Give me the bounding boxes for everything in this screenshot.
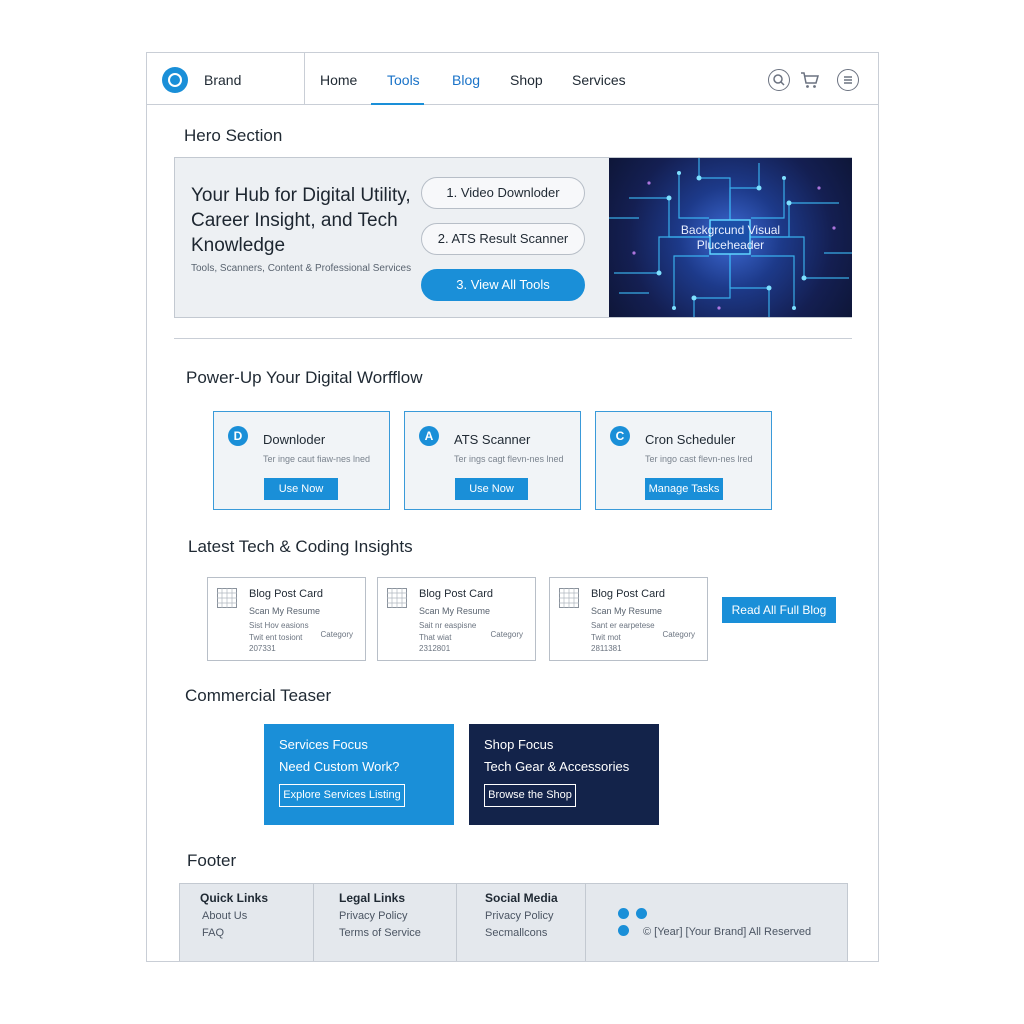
grid-icon xyxy=(387,588,407,608)
downloader-badge-icon: D xyxy=(228,426,248,446)
cron-badge-icon: C xyxy=(610,426,630,446)
shop-teaser-subtitle: Tech Gear & Accessories xyxy=(484,759,630,774)
section-divider xyxy=(174,338,852,339)
footer-section-title: Footer xyxy=(187,851,237,870)
services-teaser-subtitle: Need Custom Work? xyxy=(279,759,400,774)
shop-teaser: Shop Focus Tech Gear & Accessories Brows… xyxy=(469,724,659,825)
card-description: Ter ingo cast flevn-nes lred xyxy=(645,454,753,464)
footer-link-social-icons[interactable]: Secmallcons xyxy=(485,927,547,939)
brand-logo-icon xyxy=(162,67,188,93)
cart-icon[interactable] xyxy=(799,69,821,91)
explore-services-button[interactable]: Explore Services Listing xyxy=(279,784,405,807)
blog-card-excerpt: That wiat xyxy=(419,633,452,642)
quick-links-column: Quick Links About Us FAQ xyxy=(180,884,314,961)
card-description: Ter inge caut fiaw-nes lned xyxy=(263,454,371,464)
nav-shop[interactable]: Shop xyxy=(510,72,543,88)
blog-card-excerpt: Sist Hov easions xyxy=(249,621,309,630)
blog-card-excerpt: Sant er earpetese xyxy=(591,621,655,630)
footer-link-privacy-social[interactable]: Privacy Policy xyxy=(485,910,553,922)
brand-name: Brand xyxy=(204,72,242,88)
ats-scanner-button[interactable]: 2. ATS Result Scanner xyxy=(421,223,585,255)
blog-card-category: Category xyxy=(320,630,353,639)
search-icon[interactable] xyxy=(768,69,790,91)
nav-tools[interactable]: Tools xyxy=(387,72,420,88)
card-title: ATS Scanner xyxy=(454,432,531,447)
teaser-section-title: Commercial Teaser xyxy=(185,686,332,705)
social-icon[interactable] xyxy=(618,925,629,936)
view-all-tools-button[interactable]: 3. View All Tools xyxy=(421,269,585,301)
blog-section-title: Latest Tech & Coding Insights xyxy=(188,537,413,556)
copyright-text: © [Year] [Your Brand] All Reserved xyxy=(643,926,812,938)
blog-card-title: Blog Post Card xyxy=(419,588,493,600)
active-nav-indicator xyxy=(371,103,424,105)
blog-card-excerpt: Sait nr easpisne xyxy=(419,621,477,630)
footer-column-title: Legal Links xyxy=(339,891,406,905)
blog-card-subtitle: Scan My Resume xyxy=(249,606,321,616)
footer-column-title: Quick Links xyxy=(200,891,269,905)
blog-card-title: Blog Post Card xyxy=(249,588,323,600)
card-title: Downloder xyxy=(263,432,326,447)
hero-visual-label: Backgrcund Visual Pluceheader xyxy=(680,223,781,252)
social-icon[interactable] xyxy=(618,908,629,919)
social-icon[interactable] xyxy=(636,908,647,919)
blog-card-category: Category xyxy=(662,630,695,639)
downloader-card: D Downloder Ter inge caut fiaw-nes lned … xyxy=(213,411,390,510)
blog-card-excerpt: Twit mot xyxy=(591,633,621,642)
nav-home[interactable]: Home xyxy=(320,72,357,88)
blog-card-date: 2312801 xyxy=(419,644,451,653)
nav-blog[interactable]: Blog xyxy=(452,72,480,88)
hero-background-visual: Backgrcund Visual Pluceheader xyxy=(609,158,852,317)
hero-section: Your Hub for Digital Utility, Career Ins… xyxy=(174,157,852,318)
hero-subheading: Tools, Scanners, Content & Professional … xyxy=(191,263,412,274)
nav-services[interactable]: Services xyxy=(572,72,626,88)
downloader-use-now-button[interactable]: Use Now xyxy=(264,478,338,500)
footer-link-about[interactable]: About Us xyxy=(202,910,247,922)
blog-card-title: Blog Post Card xyxy=(591,588,665,600)
footer-link-faq[interactable]: FAQ xyxy=(202,927,224,939)
card-description: Ter ings cagt flevn-nes lned xyxy=(454,454,564,464)
brand[interactable]: Brand xyxy=(147,53,305,105)
page-frame: Brand Home Tools Blog Shop Services Hero… xyxy=(146,52,879,962)
footer-link-terms[interactable]: Terms of Service xyxy=(339,927,421,939)
video-downloader-button[interactable]: 1. Video Downloder xyxy=(421,177,585,209)
hero-section-title: Hero Section xyxy=(184,126,283,145)
footer: Quick Links About Us FAQ Legal Links Pri… xyxy=(179,883,848,961)
hero-heading: Your Hub for Digital Utility, Career Ins… xyxy=(191,185,411,256)
blog-card-date: 207331 xyxy=(249,644,276,653)
cron-scheduler-card: C Cron Scheduler Ter ingo cast flevn-nes… xyxy=(595,411,772,510)
legal-links-column: Legal Links Privacy Policy Terms of Serv… xyxy=(314,884,457,961)
services-teaser: Services Focus Need Custom Work? Explore… xyxy=(264,724,454,825)
menu-icon[interactable] xyxy=(837,69,859,91)
ats-scanner-card: A ATS Scanner Ter ings cagt flevn-nes ln… xyxy=(404,411,581,510)
footer-column-title: Social Media xyxy=(485,891,558,905)
blog-post-card[interactable]: Blog Post Card Scan My Resume Sait nr ea… xyxy=(377,577,536,661)
shop-teaser-title: Shop Focus xyxy=(484,737,554,752)
grid-icon xyxy=(559,588,579,608)
blog-post-card[interactable]: Blog Post Card Scan My Resume Sist Hov e… xyxy=(207,577,366,661)
ats-use-now-button[interactable]: Use Now xyxy=(455,478,528,500)
services-teaser-title: Services Focus xyxy=(279,737,368,752)
blog-card-subtitle: Scan My Resume xyxy=(419,606,491,616)
read-all-blog-button[interactable]: Read All Full Blog xyxy=(722,597,836,623)
workflow-section-title: Power-Up Your Digital Worfflow xyxy=(186,368,423,387)
card-title: Cron Scheduler xyxy=(645,432,736,447)
blog-card-date: 2811381 xyxy=(591,644,622,653)
social-media-column: Social Media Privacy Policy Secmallcons xyxy=(457,884,586,961)
blog-post-card[interactable]: Blog Post Card Scan My Resume Sant er ea… xyxy=(549,577,708,661)
blog-card-subtitle: Scan My Resume xyxy=(591,606,663,616)
manage-tasks-button[interactable]: Manage Tasks xyxy=(645,478,723,500)
top-navbar: Brand Home Tools Blog Shop Services xyxy=(147,53,878,105)
grid-icon xyxy=(217,588,237,608)
browse-shop-button[interactable]: Browse the Shop xyxy=(484,784,576,807)
blog-card-category: Category xyxy=(490,630,523,639)
blog-card-excerpt: Twit ent tosiont xyxy=(249,633,303,642)
ats-badge-icon: A xyxy=(419,426,439,446)
footer-link-privacy[interactable]: Privacy Policy xyxy=(339,910,407,922)
